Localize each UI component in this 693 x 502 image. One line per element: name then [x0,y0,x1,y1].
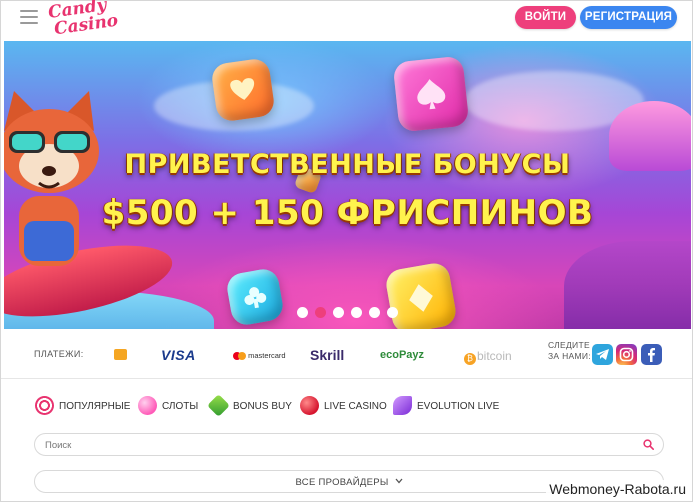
page: Candy Casino ВОЙТИ РЕГИСТРАЦИЯ ПРИВЕТСТВ… [0,0,693,502]
category-tabs: ПОПУЛЯРНЫЕ СЛОТЫ BONUS BUY LIVE CASINO E… [1,393,692,419]
mastercard-orange-circle-icon [238,352,246,361]
ecopayz-logo: ecoPayz [380,349,425,361]
green-gem-icon [207,394,230,417]
wallet-icon [114,349,127,360]
search-icon[interactable] [643,439,654,450]
payments-bar: ПЛАТЕЖИ: VISA mastercard Skrill ecoPayz … [1,331,692,379]
slider-dot-6[interactable] [387,307,398,318]
tab-live-casino-label: LIVE CASINO [324,401,387,412]
login-button[interactable]: ВОЙТИ [515,6,576,29]
slider-dot-1[interactable] [297,307,308,318]
menu-icon[interactable] [20,10,38,26]
providers-label: ВСЕ ПРОВАЙДЕРЫ [295,477,389,488]
follow-us-label: СЛЕДИТЕ ЗА НАМИ: [548,340,591,361]
mastercard-logo: mastercard [233,351,286,361]
raccoon-mascot-icon [4,91,99,266]
candy-ball-icon [138,396,157,415]
watermark: Webmoney-Rabota.ru [546,480,689,498]
header: Candy Casino ВОЙТИ РЕГИСТРАЦИЯ [1,0,692,41]
tab-bonus-buy-label: BONUS BUY [233,401,292,412]
lollipop-icon [35,396,54,415]
logo[interactable]: Candy Casino [46,0,119,39]
red-candy-icon [300,396,319,415]
bitcoin-icon: ₿ [464,353,476,365]
payments-label: ПЛАТЕЖИ: [34,349,84,359]
telegram-icon[interactable] [592,344,613,365]
slider-dot-5[interactable] [369,307,380,318]
promo-banner[interactable]: ПРИВЕТСТВЕННЫЕ БОНУСЫ $500 + 150 ФРИСПИН… [4,41,691,329]
tab-evolution-live-label: EVOLUTION LIVE [417,401,500,412]
skrill-logo: Skrill [310,347,345,363]
search-box [34,433,664,456]
facebook-icon[interactable] [641,344,662,365]
bitcoin-label: bitcoin [477,349,512,363]
banner-title-line1: ПРИВЕТСТВЕННЫЕ БОНУСЫ [124,149,571,180]
heart-candy-icon [210,57,276,123]
slider-dot-4[interactable] [351,307,362,318]
slider-dot-3[interactable] [333,307,344,318]
spade-candy-icon [392,55,470,133]
slider-dot-2[interactable] [315,307,326,318]
slider-dots [297,307,405,321]
visa-logo: VISA [161,347,196,363]
tab-slots-label: СЛОТЫ [162,401,199,412]
register-button[interactable]: РЕГИСТРАЦИЯ [580,6,677,29]
tab-popular-label: ПОПУЛЯРНЫЕ [59,401,131,412]
search-input[interactable] [45,437,625,453]
mastercard-label: mastercard [248,351,286,360]
rollercoaster-decoration [564,241,691,329]
purple-candy-icon [393,396,412,415]
bitcoin-logo: ₿ bitcoin [464,349,512,365]
banner-title-line2: $500 + 150 ФРИСПИНОВ [101,193,594,233]
chevron-down-icon [395,478,403,484]
club-candy-icon [224,266,286,328]
instagram-icon[interactable] [616,344,637,365]
